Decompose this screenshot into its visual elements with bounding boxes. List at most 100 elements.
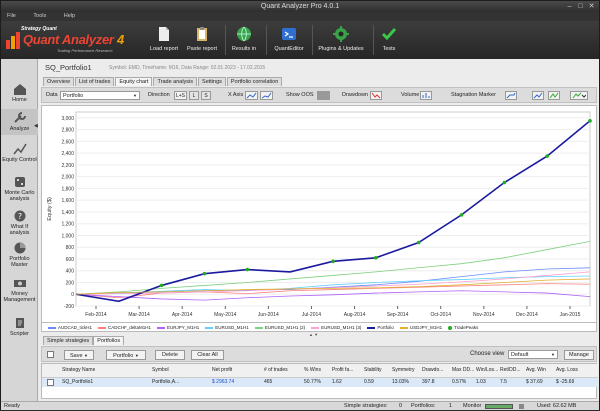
pie-icon [14,242,25,254]
save-button[interactable]: Save ▼ [64,350,94,360]
table-cell: SQ_Portfolio1 [62,379,94,385]
app-logo: Strategy Quant Quant Analyzer 4 Trading … [5,24,137,56]
maximize-icon[interactable]: □ [576,2,585,11]
sidebar-item-home[interactable]: Home [1,83,38,103]
tests-button[interactable]: Tests [377,23,401,57]
column-header[interactable]: # of trades [264,367,288,374]
column-header[interactable]: Symbol [152,367,169,374]
sidebar-item-what-if[interactable]: ? What If analysis [1,210,38,236]
table-cell: 13.03% [392,379,409,385]
chart-options-bar: Data Portfolio ▼ Direction L+S L S X Axis… [41,87,597,103]
legend-item: EURUSD_M1H1 (3) [311,323,361,331]
menu-help[interactable]: Help [64,13,75,19]
chart-type-button[interactable] [532,91,544,100]
stagnation-toggle[interactable] [505,91,517,100]
quanteditor-button[interactable]: QuantEditor [271,23,307,57]
column-header[interactable]: Drawdo... [422,367,443,374]
chevron-down-icon: ▼ [551,352,555,357]
tab-equity-chart[interactable]: Equity chart [115,77,153,86]
chart-dropdown-icon [572,92,587,99]
legend-item: AUDCAD_tickH1 [48,323,92,331]
direction-long-button[interactable]: L [189,91,199,100]
column-header[interactable]: Max DD... [452,367,474,374]
tab-trade-analysis[interactable]: Trade analysis [153,77,198,86]
legend-label: Portfolio [377,325,394,330]
splitter-handle[interactable]: ▲ ▼ [309,332,318,337]
close-icon[interactable]: ✕ [587,2,596,11]
sidebar-item-scripter[interactable]: Scripter [1,317,38,337]
trade-peak-marker [416,240,421,245]
results-in-button[interactable]: Results in [229,23,259,57]
logo-icon [6,32,20,49]
x-tick-label: Jun-2014 [258,312,279,318]
column-header[interactable]: Net profit [212,367,232,374]
xaxis-trades-button[interactable] [245,91,258,100]
paste-report-button[interactable]: Paste report [182,23,222,57]
tab-settings[interactable]: Settings [198,77,226,86]
drawdown-toggle[interactable] [370,91,382,100]
column-header[interactable]: Avg. Win [526,367,546,374]
legend-swatch [98,326,107,329]
select-all-checkbox[interactable] [47,351,54,358]
column-header[interactable]: Stability [364,367,382,374]
column-header[interactable]: Win/Los... [476,367,498,374]
y-tick-label: 800 [66,245,75,251]
x-tick-label: Dec-2014 [516,312,538,318]
table-cell: 465 [264,379,273,385]
menu-file[interactable]: File [7,13,16,19]
volume-toggle[interactable] [420,91,432,100]
tab-portfolios[interactable]: Portfolios [93,336,125,345]
manage-button[interactable]: Manage [564,350,594,360]
show-oos-toggle[interactable] [317,91,330,100]
menu-tools[interactable]: Tools [33,13,46,19]
x-tick-label: Feb-2014 [85,312,107,318]
drawdown-label: Drawdown [342,92,368,98]
column-header[interactable]: Profit fa... [332,367,353,374]
sidebar-item-analyze[interactable]: Analyze [1,109,38,135]
minimize-icon[interactable]: – [565,2,574,11]
choose-view-select[interactable]: Default ▼ [508,350,558,359]
legend-label: EURUSD_M1H1 (2) [264,325,306,330]
table-row[interactable]: SQ_Portfolio1 Portfolio,A... $ 2963.74 465 5… [42,378,598,387]
sidebar-item-equity-control[interactable]: Equity Control [1,143,38,163]
plugins-updates-button[interactable]: Plugins & Updates [314,23,368,57]
clear-all-button[interactable]: Clear All [191,350,224,360]
check-icon [381,28,397,41]
sidebar-item-monte-carlo[interactable]: Monte Carlo analysis [1,176,38,202]
delete-button[interactable]: Delete [155,350,185,360]
xaxis-time-button[interactable] [260,91,273,100]
trade-peak-marker [502,180,507,185]
legend-item: CADCHF_deltaM1H1 [98,323,152,331]
tab-simple-strategies[interactable]: Simple strategies [43,336,94,345]
column-header[interactable]: Avg. Loss [556,367,578,374]
portfolio-button[interactable]: Portfolio ▼ [106,350,146,360]
column-header[interactable]: Symmetry [392,367,415,374]
row-checkbox[interactable] [47,379,54,386]
sidebar-item-portfolio-master[interactable]: Portfolio Master [1,242,38,268]
y-tick-label: 2,600 [61,139,74,145]
direction-both-button[interactable]: L+S [174,91,187,100]
chart-zoom-button[interactable] [548,91,560,100]
column-header[interactable]: Ret/DD... [500,367,521,374]
table-cell: 1.62 [332,379,342,385]
clipboard-icon [197,27,207,41]
app-window: Quant Analyzer Pro 4.0.1 – □ ✕ File Tool… [0,0,600,410]
legend-label: CADCHF_deltaM1H1 [108,325,152,330]
portfolio-actions-bar: Save ▼ Portfolio ▼ Delete Clear All Choo… [41,346,597,362]
tab-portfolio-correlation[interactable]: Portfolio correlation [226,77,283,86]
y-tick-label: -200 [64,304,74,310]
data-select[interactable]: Portfolio ▼ [60,91,140,100]
chart-menu-button[interactable] [570,91,588,100]
direction-short-button[interactable]: S [201,91,211,100]
load-report-button[interactable]: Load report [146,23,182,57]
sidebar-item-money-management[interactable]: Money Management [1,277,38,303]
tab-list-of-trades[interactable]: List of trades [74,77,115,86]
tab-overview[interactable]: Overview [43,77,74,86]
column-header[interactable]: Strategy Name [62,367,95,374]
svg-text:?: ? [17,212,21,221]
status-bar: Ready Simple strategies: 0 Portfolios: 1… [1,401,599,410]
trade-peak-marker [459,213,464,217]
y-tick-label: 2,400 [61,151,74,157]
column-header[interactable]: % Wins [304,367,321,374]
x-tick-label: Sep-2014 [387,312,409,318]
